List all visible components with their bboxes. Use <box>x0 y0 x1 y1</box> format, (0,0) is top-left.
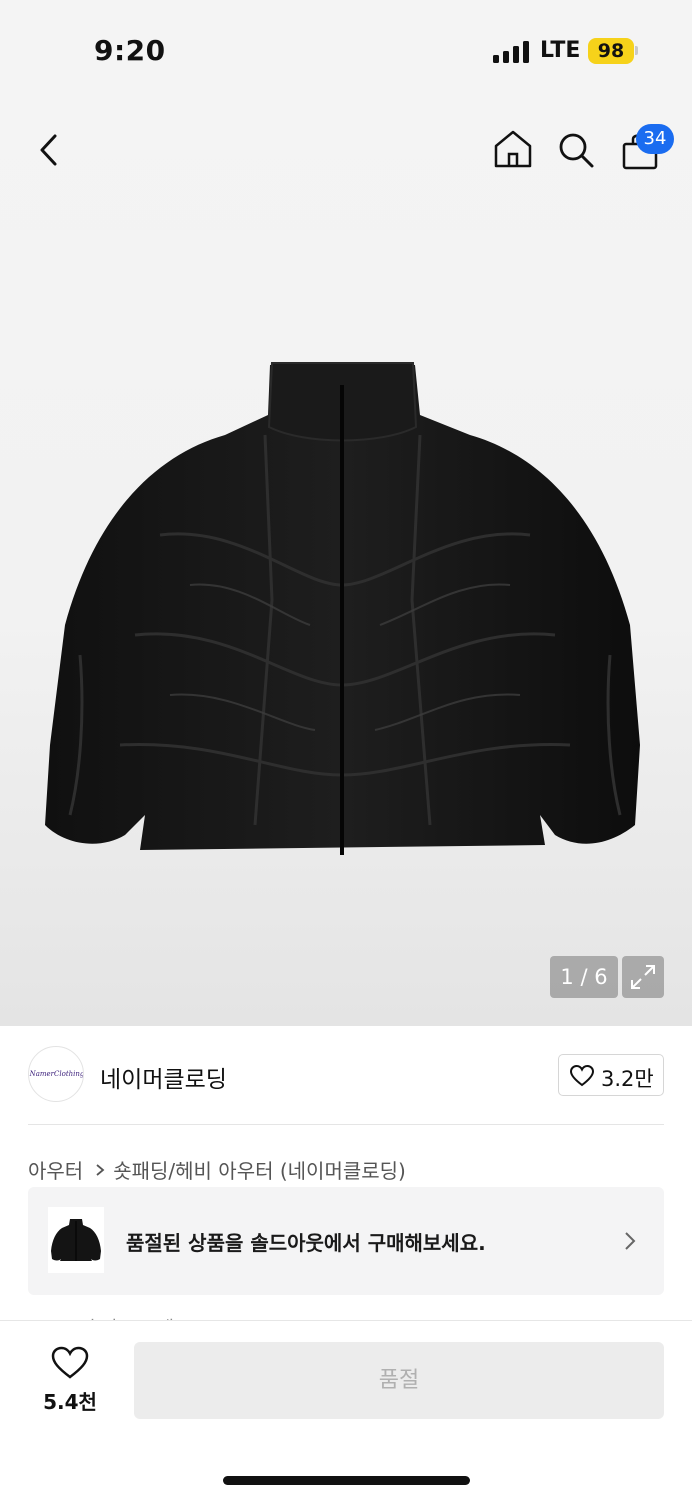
brand-like-button[interactable]: 3.2만 <box>558 1054 664 1096</box>
expand-icon[interactable] <box>622 956 664 998</box>
home-icon[interactable] <box>492 128 534 170</box>
breadcrumb-item-outer[interactable]: 아우터 <box>28 1155 83 1184</box>
product-photo-jacket <box>45 362 640 855</box>
chevron-right-icon <box>96 1163 105 1176</box>
soldout-promo-banner[interactable]: 품절된 상품을 솔드아웃에서 구매해보세요. <box>28 1187 664 1295</box>
breadcrumb: 아우터 숏패딩/헤비 아우터 (네이머클로딩) <box>28 1155 406 1184</box>
battery-tip <box>635 46 638 55</box>
cart-count-badge: 34 <box>636 124 674 154</box>
brand-logo[interactable]: NamerClothing <box>28 1046 84 1102</box>
search-icon[interactable] <box>556 130 596 170</box>
brand-logo-text: NamerClothing <box>29 1070 84 1078</box>
status-time: 9:20 <box>94 34 166 67</box>
brand-like-count: 3.2만 <box>601 1067 654 1091</box>
banner-product-thumbnail <box>48 1207 104 1273</box>
back-arrow-icon[interactable] <box>30 130 70 170</box>
brand-name[interactable]: 네이머클로딩 <box>100 1060 227 1094</box>
signal-icon <box>493 41 529 63</box>
heart-icon <box>570 1065 594 1087</box>
soldout-button[interactable]: 품절 <box>134 1342 664 1419</box>
home-indicator <box>223 1476 470 1485</box>
network-type: LTE <box>540 38 581 63</box>
wish-count: 5.4천 <box>43 1390 97 1414</box>
chevron-right-icon <box>625 1232 636 1250</box>
divider <box>28 1124 664 1125</box>
heart-icon[interactable] <box>51 1346 89 1380</box>
battery-icon: 98 <box>588 38 634 64</box>
image-counter: 1 / 6 <box>550 956 618 998</box>
soldout-banner-text: 품절된 상품을 솔드아웃에서 구매해보세요. <box>126 1231 486 1255</box>
status-bar: 9:20 LTE 98 <box>0 0 692 100</box>
breadcrumb-item-category[interactable]: 숏패딩/헤비 아우터 (네이머클로딩) <box>113 1155 406 1184</box>
